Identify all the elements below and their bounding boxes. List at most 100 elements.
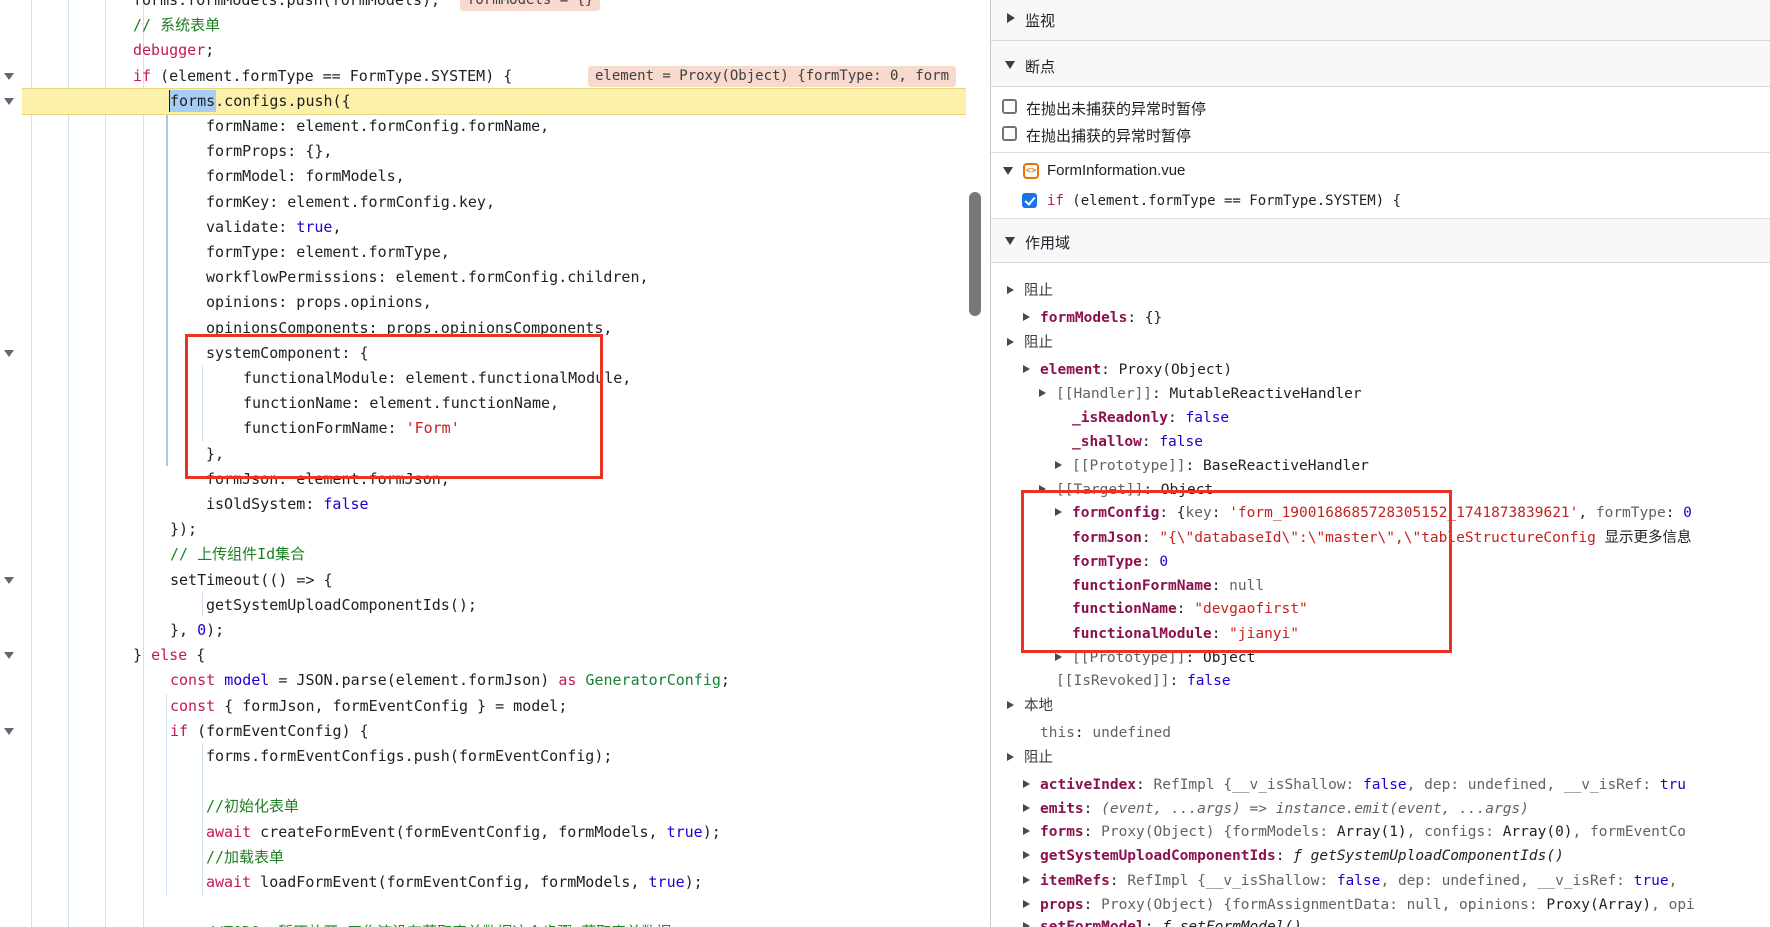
- scope-row[interactable]: getSystemUploadComponentIds: ƒ getSystem…: [991, 846, 1770, 866]
- scope-row[interactable]: props: Proxy(Object) {formAssignmentData…: [991, 895, 1770, 915]
- code-line[interactable]: formType: element.formType,: [0, 240, 966, 266]
- pause-on-uncaught-exceptions-label[interactable]: 在抛出未捕获的异常时暂停: [1026, 98, 1206, 119]
- disclosure-triangle-icon[interactable]: [1023, 827, 1030, 835]
- scope-row[interactable]: element: Proxy(Object): [991, 360, 1770, 380]
- code-line[interactable]: if (element.formType == FormType.SYSTEM)…: [0, 64, 966, 90]
- scope-row-text: emits: (event, ...args) => instance.emit…: [1040, 799, 1529, 819]
- code-line[interactable]: debugger;: [0, 38, 966, 64]
- scope-row[interactable]: formModels: {}: [991, 308, 1770, 328]
- disclosure-triangle-icon[interactable]: [1007, 286, 1014, 294]
- code-line[interactable]: forms.formEventConfigs.push(formEventCon…: [0, 744, 966, 770]
- disclosure-triangle-icon[interactable]: [1023, 780, 1030, 788]
- code-line[interactable]: workflowPermissions: element.formConfig.…: [0, 265, 966, 291]
- editor-vertical-scrollbar[interactable]: [966, 0, 990, 927]
- breakpoints-section-header[interactable]: 断点: [991, 41, 1770, 87]
- code-line[interactable]: formName: element.formConfig.formName,: [0, 114, 966, 140]
- code-line[interactable]: await createFormEvent(formEventConfig, f…: [0, 820, 966, 846]
- scope-row[interactable]: setFormModel: ƒ setFormModel(): [991, 917, 1770, 927]
- disclosure-triangle-icon[interactable]: [1023, 876, 1030, 884]
- scope-row[interactable]: itemRefs: RefImpl {__v_isShallow: false,…: [991, 871, 1770, 891]
- disclosure-triangle-icon[interactable]: [1023, 900, 1030, 908]
- scope-row[interactable]: 阻止: [991, 333, 1770, 353]
- fold-marker-icon[interactable]: [4, 73, 14, 80]
- scope-section-header[interactable]: 作用域: [991, 219, 1770, 263]
- scrollbar-thumb[interactable]: [969, 192, 981, 316]
- code-line[interactable]: } else {: [0, 643, 966, 669]
- code-line[interactable]: formProps: {},: [0, 139, 966, 165]
- breakpoint-segment: if: [1047, 193, 1064, 209]
- code-line[interactable]: setTimeout(() => {: [0, 568, 966, 594]
- scope-row-text: setFormModel: ƒ setFormModel(): [1040, 917, 1302, 927]
- scope-segment: :: [1136, 777, 1153, 793]
- disclosure-triangle-icon[interactable]: [1023, 313, 1030, 321]
- code-line[interactable]: opinions: props.opinions,: [0, 290, 966, 316]
- breakpoint-enabled-checkbox[interactable]: [1022, 193, 1037, 208]
- scope-segment: :: [1075, 725, 1092, 741]
- code-line[interactable]: const model = JSON.parse(element.formJso…: [0, 668, 966, 694]
- code-segment: setTimeout(() => {: [170, 571, 333, 589]
- scope-row[interactable]: _shallow: false: [991, 432, 1770, 452]
- scope-row[interactable]: 阻止: [991, 281, 1770, 301]
- scope-row[interactable]: _isReadonly: false: [991, 408, 1770, 428]
- scope-segment: Proxy(Object) {formModels:: [1101, 824, 1337, 840]
- scope-row-text: this: undefined: [1040, 723, 1171, 743]
- scope-row[interactable]: emits: (event, ...args) => instance.emit…: [991, 799, 1770, 819]
- code-line[interactable]: //TODO: 暂不放开,工作流没有获取表单数据这个步骤,获取表单数据: [0, 920, 966, 927]
- fold-marker-icon[interactable]: [4, 652, 14, 659]
- code-line[interactable]: await loadFormEvent(formEventConfig, for…: [0, 870, 966, 896]
- code-segment: });: [170, 520, 197, 538]
- code-segment: ,: [332, 218, 341, 236]
- disclosure-triangle-icon[interactable]: [1055, 653, 1062, 661]
- code-line[interactable]: //加载表单: [0, 845, 966, 871]
- disclosure-triangle-icon[interactable]: [1023, 851, 1030, 859]
- code-segment: },: [170, 621, 197, 639]
- disclosure-triangle-icon[interactable]: [1023, 804, 1030, 812]
- fold-marker-icon[interactable]: [4, 577, 14, 584]
- code-line[interactable]: });: [0, 517, 966, 543]
- breakpoint-entry-code[interactable]: if (element.formType == FormType.SYSTEM)…: [1047, 191, 1747, 211]
- code-segment: GeneratorConfig: [585, 671, 720, 689]
- code-line[interactable]: // 上传组件Id集合: [0, 542, 966, 568]
- code-line[interactable]: //初始化表单: [0, 794, 966, 820]
- code-line[interactable]: if (formEventConfig) {: [0, 719, 966, 745]
- code-line[interactable]: formKey: element.formConfig.key,: [0, 190, 966, 216]
- watch-section-header[interactable]: 监视: [991, 0, 1770, 41]
- code-line[interactable]: formModel: formModels,: [0, 164, 966, 190]
- code-line[interactable]: forms.configs.push({: [0, 89, 966, 115]
- pause-on-caught-exceptions-checkbox[interactable]: [1002, 126, 1017, 141]
- scope-segment: , opinions:: [1442, 897, 1547, 913]
- code-segment: true: [667, 823, 703, 841]
- separator: [991, 152, 1770, 153]
- code-line[interactable]: }, 0);: [0, 618, 966, 644]
- scope-row[interactable]: forms: Proxy(Object) {formModels: Array(…: [991, 822, 1770, 842]
- scope-segment: false: [1337, 873, 1381, 889]
- vue-source-file-icon: <>: [1023, 163, 1039, 179]
- disclosure-triangle-icon[interactable]: [1023, 365, 1030, 373]
- code-line[interactable]: forms.formModels.push(formModels);formMo…: [0, 0, 966, 14]
- scope-row[interactable]: [[Handler]]: MutableReactiveHandler: [991, 384, 1770, 404]
- disclosure-triangle-icon[interactable]: [1039, 389, 1046, 397]
- code-line[interactable]: // 系统表单: [0, 13, 966, 39]
- scope-row[interactable]: 阻止: [991, 748, 1770, 768]
- scope-row[interactable]: 本地: [991, 696, 1770, 716]
- fold-marker-icon[interactable]: [4, 728, 14, 735]
- pause-on-caught-exceptions-label[interactable]: 在抛出捕获的异常时暂停: [1026, 125, 1191, 146]
- disclosure-triangle-icon[interactable]: [1007, 753, 1014, 761]
- code-line[interactable]: validate: true,: [0, 215, 966, 241]
- scope-row[interactable]: [[Prototype]]: BaseReactiveHandler: [991, 456, 1770, 476]
- fold-marker-icon[interactable]: [4, 98, 14, 105]
- code-line[interactable]: isOldSystem: false: [0, 492, 966, 518]
- disclosure-triangle-icon[interactable]: [1007, 701, 1014, 709]
- scope-row[interactable]: activeIndex: RefImpl {__v_isShallow: fal…: [991, 775, 1770, 795]
- code-line[interactable]: getSystemUploadComponentIds();: [0, 593, 966, 619]
- code-line[interactable]: const { formJson, formEventConfig } = mo…: [0, 694, 966, 720]
- scope-row[interactable]: this: undefined: [991, 723, 1770, 743]
- disclosure-triangle-icon[interactable]: [1055, 461, 1062, 469]
- pause-on-uncaught-exceptions-checkbox[interactable]: [1002, 99, 1017, 114]
- code-segment: // 系统表单: [133, 16, 220, 34]
- disclosure-triangle-icon[interactable]: [1007, 338, 1014, 346]
- scope-row[interactable]: [[IsRevoked]]: false: [991, 671, 1770, 691]
- fold-marker-icon[interactable]: [4, 350, 14, 357]
- code-segment: );: [685, 873, 703, 891]
- disclosure-triangle-icon[interactable]: [1023, 922, 1030, 927]
